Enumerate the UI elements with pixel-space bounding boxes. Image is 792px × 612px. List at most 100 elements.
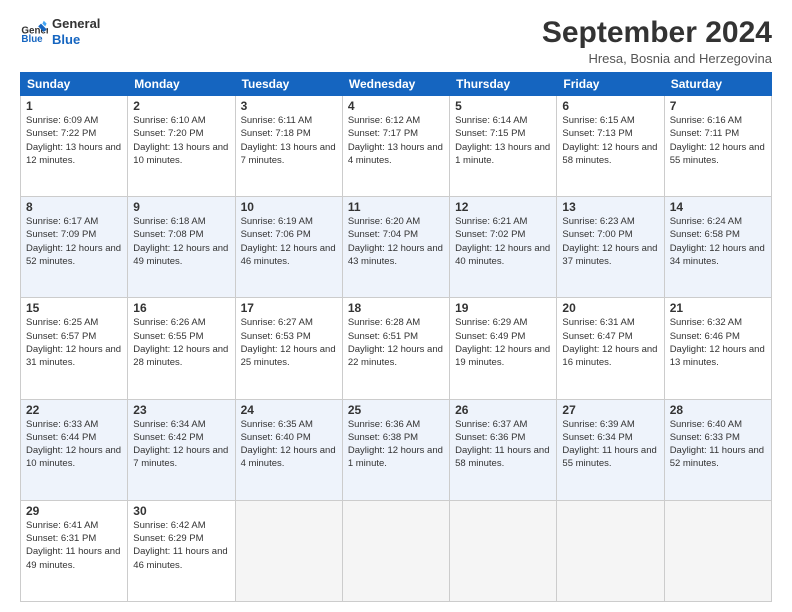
table-row: 12Sunrise: 6:21 AMSunset: 7:02 PMDayligh…	[450, 197, 557, 298]
table-row: 16Sunrise: 6:26 AMSunset: 6:55 PMDayligh…	[128, 298, 235, 399]
day-number: 10	[241, 200, 337, 214]
day-info: Sunrise: 6:34 AMSunset: 6:42 PMDaylight:…	[133, 418, 229, 471]
table-row: 22Sunrise: 6:33 AMSunset: 6:44 PMDayligh…	[21, 399, 128, 500]
day-info: Sunrise: 6:35 AMSunset: 6:40 PMDaylight:…	[241, 418, 337, 471]
day-info: Sunrise: 6:24 AMSunset: 6:58 PMDaylight:…	[670, 215, 766, 268]
page: General Blue General Blue September 2024…	[0, 0, 792, 612]
table-row: 4Sunrise: 6:12 AMSunset: 7:17 PMDaylight…	[342, 96, 449, 197]
day-number: 26	[455, 403, 551, 417]
table-row: 18Sunrise: 6:28 AMSunset: 6:51 PMDayligh…	[342, 298, 449, 399]
day-number: 24	[241, 403, 337, 417]
logo-icon: General Blue	[20, 18, 48, 46]
col-tuesday: Tuesday	[235, 73, 342, 96]
day-number: 7	[670, 99, 766, 113]
col-wednesday: Wednesday	[342, 73, 449, 96]
table-row: 24Sunrise: 6:35 AMSunset: 6:40 PMDayligh…	[235, 399, 342, 500]
table-row: 25Sunrise: 6:36 AMSunset: 6:38 PMDayligh…	[342, 399, 449, 500]
table-row: 23Sunrise: 6:34 AMSunset: 6:42 PMDayligh…	[128, 399, 235, 500]
day-info: Sunrise: 6:29 AMSunset: 6:49 PMDaylight:…	[455, 316, 551, 369]
day-number: 18	[348, 301, 444, 315]
col-sunday: Sunday	[21, 73, 128, 96]
day-number: 2	[133, 99, 229, 113]
day-number: 9	[133, 200, 229, 214]
day-number: 30	[133, 504, 229, 518]
day-number: 22	[26, 403, 122, 417]
day-number: 19	[455, 301, 551, 315]
table-row: 28Sunrise: 6:40 AMSunset: 6:33 PMDayligh…	[664, 399, 771, 500]
day-info: Sunrise: 6:18 AMSunset: 7:08 PMDaylight:…	[133, 215, 229, 268]
day-number: 21	[670, 301, 766, 315]
day-info: Sunrise: 6:19 AMSunset: 7:06 PMDaylight:…	[241, 215, 337, 268]
day-info: Sunrise: 6:09 AMSunset: 7:22 PMDaylight:…	[26, 114, 122, 167]
table-row: 30Sunrise: 6:42 AMSunset: 6:29 PMDayligh…	[128, 500, 235, 601]
table-row: 27Sunrise: 6:39 AMSunset: 6:34 PMDayligh…	[557, 399, 664, 500]
day-info: Sunrise: 6:37 AMSunset: 6:36 PMDaylight:…	[455, 418, 551, 471]
day-number: 20	[562, 301, 658, 315]
table-row	[664, 500, 771, 601]
table-row: 13Sunrise: 6:23 AMSunset: 7:00 PMDayligh…	[557, 197, 664, 298]
day-number: 25	[348, 403, 444, 417]
day-info: Sunrise: 6:16 AMSunset: 7:11 PMDaylight:…	[670, 114, 766, 167]
table-row: 3Sunrise: 6:11 AMSunset: 7:18 PMDaylight…	[235, 96, 342, 197]
table-row	[235, 500, 342, 601]
day-number: 13	[562, 200, 658, 214]
table-row: 11Sunrise: 6:20 AMSunset: 7:04 PMDayligh…	[342, 197, 449, 298]
table-row: 14Sunrise: 6:24 AMSunset: 6:58 PMDayligh…	[664, 197, 771, 298]
table-row: 17Sunrise: 6:27 AMSunset: 6:53 PMDayligh…	[235, 298, 342, 399]
svg-text:Blue: Blue	[21, 33, 43, 44]
day-info: Sunrise: 6:12 AMSunset: 7:17 PMDaylight:…	[348, 114, 444, 167]
day-info: Sunrise: 6:33 AMSunset: 6:44 PMDaylight:…	[26, 418, 122, 471]
day-number: 29	[26, 504, 122, 518]
day-number: 8	[26, 200, 122, 214]
day-number: 5	[455, 99, 551, 113]
table-row: 8Sunrise: 6:17 AMSunset: 7:09 PMDaylight…	[21, 197, 128, 298]
day-info: Sunrise: 6:11 AMSunset: 7:18 PMDaylight:…	[241, 114, 337, 167]
day-number: 3	[241, 99, 337, 113]
day-info: Sunrise: 6:21 AMSunset: 7:02 PMDaylight:…	[455, 215, 551, 268]
day-info: Sunrise: 6:40 AMSunset: 6:33 PMDaylight:…	[670, 418, 766, 471]
day-number: 14	[670, 200, 766, 214]
table-row: 9Sunrise: 6:18 AMSunset: 7:08 PMDaylight…	[128, 197, 235, 298]
day-info: Sunrise: 6:32 AMSunset: 6:46 PMDaylight:…	[670, 316, 766, 369]
day-number: 28	[670, 403, 766, 417]
table-row: 6Sunrise: 6:15 AMSunset: 7:13 PMDaylight…	[557, 96, 664, 197]
day-number: 16	[133, 301, 229, 315]
table-row	[450, 500, 557, 601]
day-info: Sunrise: 6:42 AMSunset: 6:29 PMDaylight:…	[133, 519, 229, 572]
month-title: September 2024	[542, 16, 772, 49]
day-info: Sunrise: 6:14 AMSunset: 7:15 PMDaylight:…	[455, 114, 551, 167]
day-info: Sunrise: 6:15 AMSunset: 7:13 PMDaylight:…	[562, 114, 658, 167]
day-number: 11	[348, 200, 444, 214]
table-row: 5Sunrise: 6:14 AMSunset: 7:15 PMDaylight…	[450, 96, 557, 197]
table-row: 19Sunrise: 6:29 AMSunset: 6:49 PMDayligh…	[450, 298, 557, 399]
day-number: 4	[348, 99, 444, 113]
day-info: Sunrise: 6:36 AMSunset: 6:38 PMDaylight:…	[348, 418, 444, 471]
calendar-table: Sunday Monday Tuesday Wednesday Thursday…	[20, 72, 772, 602]
table-row: 21Sunrise: 6:32 AMSunset: 6:46 PMDayligh…	[664, 298, 771, 399]
table-row	[342, 500, 449, 601]
day-number: 1	[26, 99, 122, 113]
day-info: Sunrise: 6:31 AMSunset: 6:47 PMDaylight:…	[562, 316, 658, 369]
day-info: Sunrise: 6:26 AMSunset: 6:55 PMDaylight:…	[133, 316, 229, 369]
subtitle: Hresa, Bosnia and Herzegovina	[542, 51, 772, 66]
col-friday: Friday	[557, 73, 664, 96]
logo-text: General Blue	[52, 16, 100, 47]
title-block: September 2024 Hresa, Bosnia and Herzego…	[542, 16, 772, 66]
day-number: 27	[562, 403, 658, 417]
table-row: 29Sunrise: 6:41 AMSunset: 6:31 PMDayligh…	[21, 500, 128, 601]
day-number: 23	[133, 403, 229, 417]
table-row: 1Sunrise: 6:09 AMSunset: 7:22 PMDaylight…	[21, 96, 128, 197]
day-info: Sunrise: 6:20 AMSunset: 7:04 PMDaylight:…	[348, 215, 444, 268]
day-number: 6	[562, 99, 658, 113]
day-info: Sunrise: 6:23 AMSunset: 7:00 PMDaylight:…	[562, 215, 658, 268]
table-row: 2Sunrise: 6:10 AMSunset: 7:20 PMDaylight…	[128, 96, 235, 197]
col-thursday: Thursday	[450, 73, 557, 96]
day-info: Sunrise: 6:10 AMSunset: 7:20 PMDaylight:…	[133, 114, 229, 167]
day-info: Sunrise: 6:28 AMSunset: 6:51 PMDaylight:…	[348, 316, 444, 369]
day-info: Sunrise: 6:27 AMSunset: 6:53 PMDaylight:…	[241, 316, 337, 369]
table-row: 20Sunrise: 6:31 AMSunset: 6:47 PMDayligh…	[557, 298, 664, 399]
table-row	[557, 500, 664, 601]
table-row: 15Sunrise: 6:25 AMSunset: 6:57 PMDayligh…	[21, 298, 128, 399]
day-number: 12	[455, 200, 551, 214]
header: General Blue General Blue September 2024…	[20, 16, 772, 66]
